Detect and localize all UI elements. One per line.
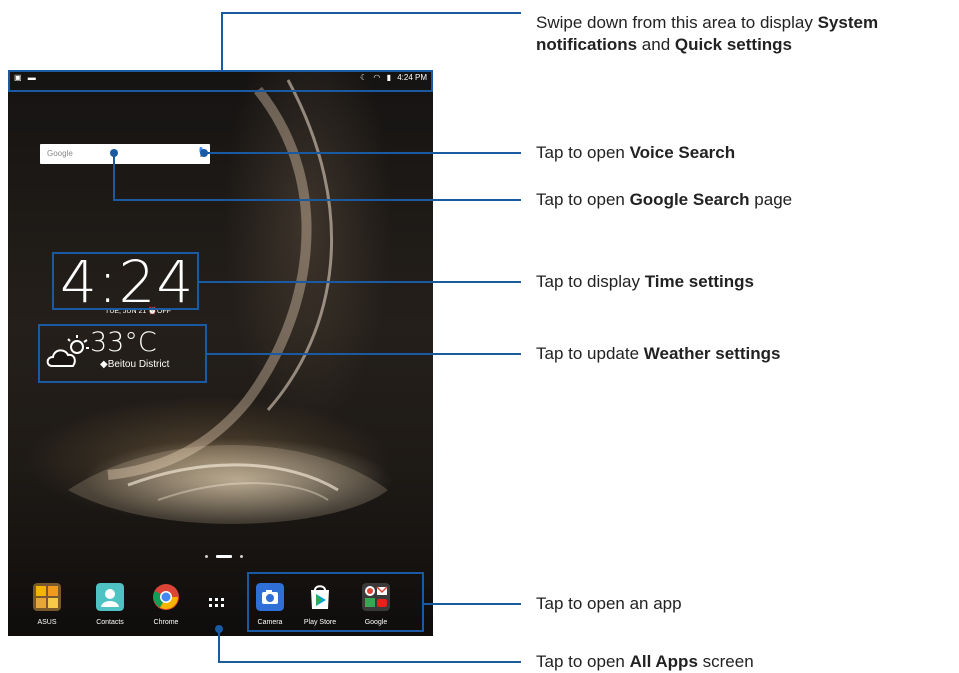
page-indicator <box>201 548 247 559</box>
leader-line <box>221 12 521 14</box>
app-label: Contacts <box>96 619 124 626</box>
callout-voice-search: Tap to open Voice Search <box>536 143 736 162</box>
all-apps-icon[interactable] <box>209 598 225 608</box>
leader-line <box>113 199 521 201</box>
leader-line <box>199 281 521 283</box>
callout-weather-settings: Tap to update Weather settings <box>536 344 781 363</box>
page-dot-active <box>216 555 232 559</box>
leader-line <box>221 12 223 70</box>
leader-line <box>218 629 220 662</box>
callout-open-app: Tap to open an app <box>536 594 682 613</box>
callout-notifications: Swipe down from this area to display Sys… <box>536 13 879 54</box>
app-label: Chrome <box>153 619 179 626</box>
contacts-icon <box>96 583 124 611</box>
chrome-icon <box>153 584 179 610</box>
leader-line <box>218 661 521 663</box>
app-asus[interactable]: ASUS <box>25 583 69 626</box>
callout-all-apps: Tap to open All Apps screen <box>536 652 754 671</box>
weather-highlight <box>38 324 207 383</box>
leader-line <box>113 153 115 201</box>
leader-line <box>424 603 521 605</box>
asus-folder-icon <box>33 583 61 611</box>
clock-highlight <box>52 252 199 310</box>
app-group-highlight <box>247 572 424 632</box>
app-label: ASUS <box>37 619 57 626</box>
app-chrome[interactable]: Chrome <box>144 583 188 626</box>
app-contacts[interactable]: Contacts <box>88 583 132 626</box>
google-logo: Google <box>47 149 73 158</box>
callout-google-search: Tap to open Google Search page <box>536 190 793 209</box>
leader-line <box>204 152 521 154</box>
google-search-bar[interactable]: Google <box>40 144 210 164</box>
callout-time-settings: Tap to display Time settings <box>536 272 754 291</box>
status-bar-highlight <box>8 70 433 92</box>
leader-line <box>207 353 521 355</box>
